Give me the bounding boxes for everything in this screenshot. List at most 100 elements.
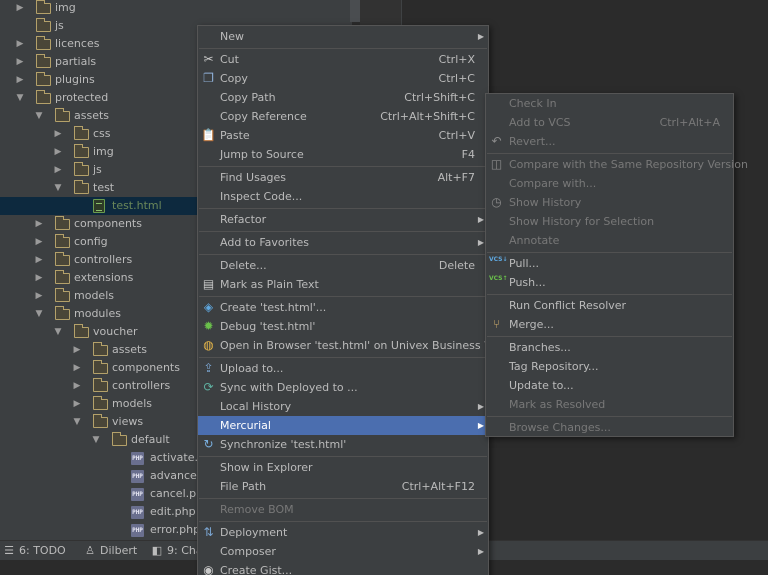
submenu-arrow-icon: ▶ xyxy=(477,402,484,411)
menu-separator xyxy=(199,254,487,255)
tool-tab-9-cha[interactable]: ◧ 9: Cha xyxy=(150,541,203,561)
folder-icon xyxy=(93,414,108,428)
menu-item-upload-to[interactable]: ⇪ Upload to... xyxy=(198,359,488,378)
menu-item-sync-with-deployed-to[interactable]: ⟳ Sync with Deployed to ... xyxy=(198,378,488,397)
menu-item-update-to[interactable]: Update to... xyxy=(486,376,733,395)
collapsed-arrow-icon[interactable]: ▶ xyxy=(71,377,83,395)
collapsed-arrow-icon[interactable]: ▶ xyxy=(33,287,45,305)
menu-item-copy-path[interactable]: Copy Path Ctrl+Shift+C xyxy=(198,88,488,107)
menu-item-push[interactable]: VCS↑ Push... xyxy=(486,273,733,292)
menu-item-label: Pull... xyxy=(509,257,540,270)
menu-item-run-conflict-resolver[interactable]: Run Conflict Resolver xyxy=(486,296,733,315)
scissors-icon: ✂ xyxy=(203,52,214,66)
menu-item-paste[interactable]: 📋 Paste Ctrl+V xyxy=(198,126,488,145)
expanded-arrow-icon[interactable]: ▼ xyxy=(52,323,64,341)
vcs-pull-icon: VCS↓ xyxy=(489,256,508,263)
tree-node-label: extensions xyxy=(74,271,134,284)
folder-icon xyxy=(36,18,51,32)
expanded-arrow-icon[interactable]: ▼ xyxy=(14,89,26,107)
collapsed-arrow-icon[interactable]: ▶ xyxy=(52,161,64,179)
menu-item-label: Remove BOM xyxy=(220,503,294,516)
folder-icon xyxy=(36,72,51,86)
dilbert-icon: ♙ xyxy=(85,544,95,557)
menu-item-label: Create Gist... xyxy=(220,564,293,575)
menu-item-create-test-html[interactable]: ◈ Create 'test.html'... xyxy=(198,298,488,317)
menu-item-label: Debug 'test.html' xyxy=(220,320,316,333)
expanded-arrow-icon[interactable]: ▼ xyxy=(71,413,83,431)
menu-item-inspect-code[interactable]: Inspect Code... xyxy=(198,187,488,206)
menu-separator xyxy=(199,456,487,457)
expanded-arrow-icon[interactable]: ▼ xyxy=(52,179,64,197)
copy-icon: ❐ xyxy=(203,71,214,85)
menu-item-label: Add to VCS xyxy=(509,116,571,129)
tree-node-label: models xyxy=(112,397,152,410)
collapsed-arrow-icon[interactable]: ▶ xyxy=(33,269,45,287)
collapsed-arrow-icon[interactable]: ▶ xyxy=(14,35,26,53)
collapsed-arrow-icon[interactable]: ▶ xyxy=(52,143,64,161)
menu-item-create-gist[interactable]: ◉ Create Gist... xyxy=(198,561,488,575)
tree-node-label: protected xyxy=(55,91,109,104)
tool-tab-dilbert[interactable]: ♙ Dilbert xyxy=(83,541,137,561)
menu-item-label: Open in Browser 'test.html' on Univex Bu… xyxy=(220,339,509,352)
menu-item-open-in-browser-test-html-on-univex-business-web[interactable]: ◍ Open in Browser 'test.html' on Univex B… xyxy=(198,336,508,355)
menu-item-copy-reference[interactable]: Copy Reference Ctrl+Alt+Shift+C xyxy=(198,107,488,126)
collapsed-arrow-icon[interactable]: ▶ xyxy=(71,359,83,377)
menu-item-label: Add to Favorites xyxy=(220,236,310,249)
php-file-icon: PHP xyxy=(131,452,144,465)
menu-item-remove-bom: Remove BOM xyxy=(198,500,488,519)
expanded-arrow-icon[interactable]: ▼ xyxy=(33,305,45,323)
github-icon: ◉ xyxy=(203,563,214,575)
menu-item-show-in-explorer[interactable]: Show in Explorer xyxy=(198,458,488,477)
menu-item-copy[interactable]: ❐ Copy Ctrl+C xyxy=(198,69,488,88)
folder-icon xyxy=(93,378,108,392)
collapsed-arrow-icon[interactable]: ▶ xyxy=(71,341,83,359)
folder-icon xyxy=(55,288,70,302)
tree-node-label: components xyxy=(112,361,180,374)
menu-item-delete[interactable]: Delete... Delete xyxy=(198,256,488,275)
menu-item-tag-repository[interactable]: Tag Repository... xyxy=(486,357,733,376)
collapsed-arrow-icon[interactable]: ▶ xyxy=(14,53,26,71)
tool-tab-6-todo[interactable]: ☰ 6: TODO xyxy=(2,541,66,561)
menu-item-find-usages[interactable]: Find Usages Alt+F7 xyxy=(198,168,488,187)
expanded-arrow-icon[interactable]: ▼ xyxy=(33,107,45,125)
menu-item-new[interactable]: New ▶ xyxy=(198,27,488,46)
collapsed-arrow-icon[interactable]: ▶ xyxy=(33,215,45,233)
menu-item-label: Merge... xyxy=(509,318,554,331)
menu-item-local-history[interactable]: Local History ▶ xyxy=(198,397,488,416)
tree-node-img[interactable]: ▶ img xyxy=(0,0,352,17)
context-menu: New ▶ ✂ Cut Ctrl+X ❐ Copy Ctrl+C Copy Path Ctrl+S… xyxy=(197,25,508,575)
menu-item-add-to-favorites[interactable]: Add to Favorites ▶ xyxy=(198,233,488,252)
tree-scrollbar[interactable] xyxy=(350,0,360,22)
menu-separator xyxy=(199,498,487,499)
menu-item-branches[interactable]: Branches... xyxy=(486,338,733,357)
collapsed-arrow-icon[interactable]: ▶ xyxy=(52,125,64,143)
menu-item-cut[interactable]: ✂ Cut Ctrl+X xyxy=(198,50,488,69)
collapsed-arrow-icon[interactable]: ▶ xyxy=(14,0,26,17)
menu-item-debug-test-html[interactable]: ✹ Debug 'test.html' xyxy=(198,317,488,336)
collapsed-arrow-icon[interactable]: ▶ xyxy=(33,251,45,269)
collapsed-arrow-icon[interactable]: ▶ xyxy=(71,395,83,413)
menu-item-file-path[interactable]: File Path Ctrl+Alt+F12 xyxy=(198,477,488,496)
upload-icon: ⇪ xyxy=(203,361,214,375)
tree-node-label: default xyxy=(131,433,170,446)
collapsed-arrow-icon[interactable]: ▶ xyxy=(14,71,26,89)
menu-item-mark-as-plain-text[interactable]: ▤ Mark as Plain Text xyxy=(198,275,488,294)
menu-item-composer[interactable]: Composer ▶ xyxy=(198,542,488,561)
menu-item-synchronize-test-html[interactable]: ↻ Synchronize 'test.html' xyxy=(198,435,488,454)
changes-icon: ◧ xyxy=(151,544,163,557)
folder-icon xyxy=(93,342,108,356)
tree-node-label: config xyxy=(74,235,108,248)
menu-item-pull[interactable]: VCS↓ Pull... xyxy=(486,254,733,273)
menu-item-label: Copy xyxy=(220,72,248,85)
expanded-arrow-icon[interactable]: ▼ xyxy=(90,431,102,449)
menu-item-refactor[interactable]: Refactor ▶ xyxy=(198,210,488,229)
revert-icon: ↶ xyxy=(491,134,502,148)
menu-item-merge[interactable]: ⑂ Merge... xyxy=(486,315,733,334)
menu-item-shortcut: Alt+F7 xyxy=(437,171,475,184)
menu-item-mercurial[interactable]: Mercurial ▶ xyxy=(198,416,488,435)
menu-item-label: Composer xyxy=(220,545,276,558)
menu-item-jump-to-source[interactable]: Jump to Source F4 xyxy=(198,145,488,164)
collapsed-arrow-icon[interactable]: ▶ xyxy=(33,233,45,251)
menu-item-check-in: Check In xyxy=(486,94,733,113)
menu-item-deployment[interactable]: ⇅ Deployment ▶ xyxy=(198,523,488,542)
